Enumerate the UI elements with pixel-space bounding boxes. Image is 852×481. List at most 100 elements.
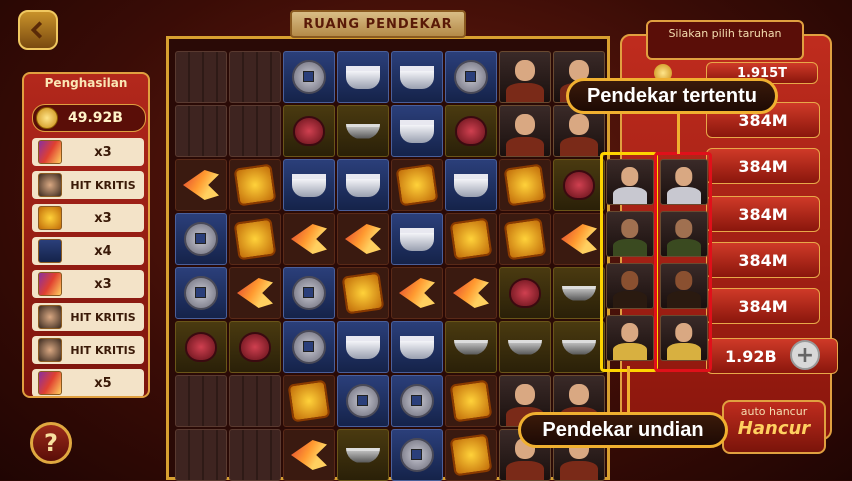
warrior-portrait-icon[interactable] [606,211,654,257]
ingot-icon [292,173,326,197]
seal-icon [341,271,385,315]
bowl-icon [346,123,380,139]
axe-icon [561,224,597,254]
warrior-portrait-icon [38,305,62,329]
ingot-symbol [337,321,389,373]
seal-symbol [283,375,335,427]
seal-icon [449,433,493,477]
ingot-icon [400,335,434,359]
seal-symbol [391,159,443,211]
callout-line [677,108,680,154]
coin-icon [36,107,58,129]
auto-hancur-panel[interactable]: auto hancur Hancur [722,400,826,454]
bowl-icon [346,447,380,463]
axe-icon [38,272,62,296]
bowl-symbol [499,321,551,373]
coin-icon [454,60,488,94]
warrior-portrait-icon[interactable] [660,211,708,257]
axe-symbol [175,159,227,211]
coin-symbol [283,51,335,103]
warrior-portrait-icon[interactable] [660,315,708,361]
history-item: x3 [32,204,144,232]
history-label: x3 [94,144,112,160]
history-label: x3 [94,210,112,226]
bowl-icon [562,339,596,355]
locked-wall-cell [175,51,227,103]
ingot-icon [38,239,62,263]
coin-icon [292,330,326,364]
warrior-portrait-icon[interactable] [660,263,708,309]
earnings-title: Penghasilan [44,76,128,90]
history-item: HIT KRITIS [32,171,144,199]
help-button[interactable]: ? [30,422,72,464]
seal-icon [503,217,547,261]
ingot-icon [400,119,434,143]
coin-symbol [391,429,443,481]
locked-wall-cell [175,375,227,427]
pot-symbol [499,267,551,319]
history-label: HIT KRITIS [70,310,136,324]
draw-warriors-column [600,152,658,372]
coin-symbol [283,321,335,373]
axe-symbol [337,213,389,265]
bowl-icon [508,339,542,355]
axe-icon [291,440,327,470]
history-item: x3 [32,270,144,298]
coin-icon [292,60,326,94]
warrior-portrait-icon [38,338,62,362]
warrior-portrait-icon[interactable] [606,263,654,309]
bet-button[interactable]: 384M [706,148,820,184]
seal-icon [287,379,331,423]
seal-symbol [229,213,281,265]
coin-symbol [175,213,227,265]
axe-symbol [391,267,443,319]
warrior-portrait-icon[interactable] [606,159,654,205]
ingot-symbol [337,51,389,103]
warrior-portrait-icon[interactable] [606,315,654,361]
history-label: HIT KRITIS [70,178,136,192]
bet-panel-title: Silakan pilih taruhan [646,20,804,60]
plus-icon[interactable]: + [790,340,820,370]
ingot-symbol [391,105,443,157]
bet-button[interactable]: 384M [706,196,820,232]
earnings-total-value: 49.92B [68,110,123,126]
seal-icon [449,217,493,261]
back-button[interactable] [18,10,58,50]
seal-symbol [499,159,551,211]
ingot-icon [346,65,380,89]
seal-icon [233,217,277,261]
warrior-portrait-icon[interactable] [660,159,708,205]
axe-icon [38,371,62,395]
ingot-icon [454,173,488,197]
hancur-button[interactable]: Hancur [724,418,824,439]
warrior-cell [499,105,551,157]
locked-wall-cell [229,429,281,481]
bowl-symbol [337,429,389,481]
seal-icon [503,163,547,207]
warrior-cell [499,51,551,103]
axe-icon [291,224,327,254]
seal-icon [449,379,493,423]
seal-icon [38,206,62,230]
ingot-icon [400,65,434,89]
ingot-icon [346,335,380,359]
seal-icon [395,163,439,207]
axe-icon [38,140,62,164]
history-label: x3 [94,276,112,292]
bowl-symbol [553,321,605,373]
history-label: x4 [94,243,112,259]
pot-icon [455,116,487,146]
pot-icon [563,170,595,200]
bet-button[interactable]: 384M [706,242,820,278]
ingot-symbol [391,51,443,103]
seal-symbol [337,267,389,319]
axe-symbol [445,267,497,319]
callout-line [627,366,630,414]
history-label: x5 [94,375,112,391]
coin-icon [346,384,380,418]
axe-icon [237,278,273,308]
bet-button[interactable]: 384M [706,288,820,324]
pot-icon [185,332,217,362]
seal-symbol [445,429,497,481]
specific-warriors-column [654,152,712,372]
